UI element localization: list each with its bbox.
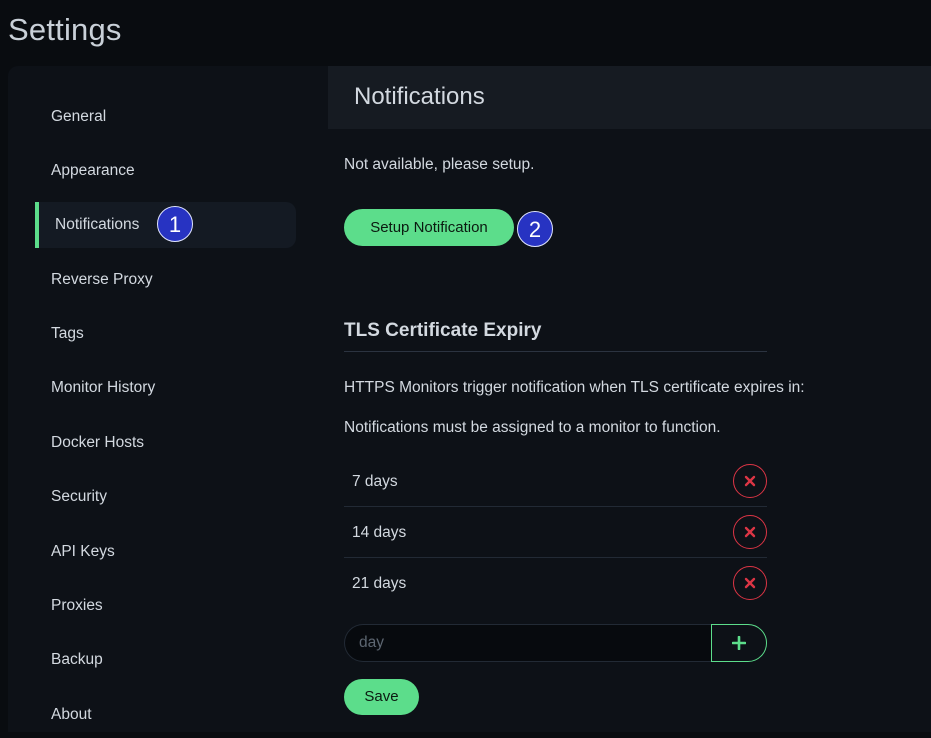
sidebar-item-backup[interactable]: Backup — [35, 637, 296, 683]
setup-notification-button[interactable]: Setup Notification — [344, 209, 514, 246]
tls-section-divider — [344, 351, 767, 352]
remove-day-button[interactable] — [733, 566, 767, 600]
annotation-badge-1: 1 — [157, 206, 193, 242]
sidebar-item-security[interactable]: Security — [35, 474, 296, 520]
page-title: Settings — [8, 12, 122, 47]
expiry-day-row: 14 days — [344, 507, 767, 558]
tls-description: HTTPS Monitors trigger notification when… — [344, 379, 805, 396]
sidebar-item-api-keys[interactable]: API Keys — [35, 529, 296, 575]
expiry-day-label: 7 days — [352, 473, 398, 490]
expiry-day-row: 7 days — [344, 456, 767, 507]
add-day-button[interactable] — [711, 624, 767, 662]
x-icon — [744, 577, 756, 589]
x-icon — [744, 475, 756, 487]
sidebar-item-monitor-history[interactable]: Monitor History — [35, 365, 296, 411]
day-input[interactable] — [344, 624, 712, 662]
tls-section-title: TLS Certificate Expiry — [344, 320, 542, 341]
expiry-day-label: 14 days — [352, 524, 407, 541]
settings-sidebar: General Appearance Notifications Reverse… — [8, 66, 308, 732]
remove-day-button[interactable] — [733, 464, 767, 498]
sidebar-item-tags[interactable]: Tags — [35, 311, 296, 357]
notifications-empty-message: Not available, please setup. — [344, 156, 535, 173]
expiry-day-row: 21 days — [344, 558, 767, 609]
annotation-badge-2: 2 — [517, 211, 553, 247]
sidebar-item-docker-hosts[interactable]: Docker Hosts — [35, 420, 296, 466]
remove-day-button[interactable] — [733, 515, 767, 549]
save-button[interactable]: Save — [344, 679, 419, 715]
sidebar-item-proxies[interactable]: Proxies — [35, 583, 296, 629]
expiry-day-label: 21 days — [352, 575, 407, 592]
sidebar-item-about[interactable]: About — [35, 692, 296, 738]
content-header: Notifications — [328, 66, 931, 129]
settings-panel: General Appearance Notifications Reverse… — [8, 66, 931, 732]
sidebar-item-reverse-proxy[interactable]: Reverse Proxy — [35, 257, 296, 303]
sidebar-item-appearance[interactable]: Appearance — [35, 148, 296, 194]
x-icon — [744, 526, 756, 538]
sidebar-item-general[interactable]: General — [35, 94, 296, 140]
section-header-notifications: Notifications — [354, 83, 485, 110]
tls-note: Notifications must be assigned to a moni… — [344, 419, 721, 436]
plus-icon — [732, 636, 746, 650]
